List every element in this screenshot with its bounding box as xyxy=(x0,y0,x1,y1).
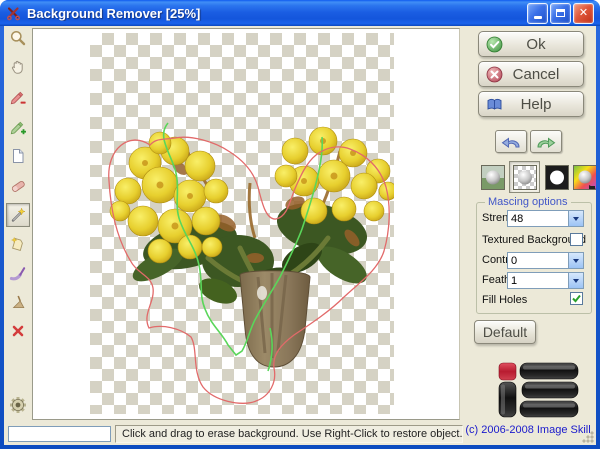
contract-combobox[interactable]: 0 xyxy=(507,252,584,269)
image-transparent-area[interactable] xyxy=(90,33,394,414)
hand-icon xyxy=(9,58,27,76)
redo-button[interactable] xyxy=(530,130,562,153)
strength-value: 48 xyxy=(508,211,568,226)
view-mode-original-button[interactable] xyxy=(481,165,505,190)
brush-icon xyxy=(9,264,27,282)
tool-settings[interactable] xyxy=(6,393,30,417)
resize-grip[interactable] xyxy=(581,430,594,443)
contract-value: 0 xyxy=(508,253,568,268)
fill-holes-checkbox[interactable] xyxy=(570,292,583,305)
show-original-icon xyxy=(482,166,504,189)
cancel-button-label: Cancel xyxy=(511,66,561,83)
window-title: Background Remover [25%] xyxy=(27,6,527,21)
vase-highlight xyxy=(257,286,267,300)
show-mask-icon xyxy=(546,166,568,189)
right-panel: Ok Cancel xyxy=(460,26,596,421)
help-button[interactable]: Help xyxy=(478,91,584,117)
close-button[interactable]: ✕ xyxy=(573,3,594,24)
image-skill-logo xyxy=(497,362,580,423)
textured-background-checkbox[interactable] xyxy=(570,233,583,246)
red-marker-icon xyxy=(9,88,27,106)
tool-eraser[interactable] xyxy=(6,174,30,198)
app-window: Background Remover [25%] ✕ xyxy=(0,0,600,449)
gear-icon xyxy=(8,395,28,415)
strength-combobox[interactable]: 48 xyxy=(507,210,584,227)
new-document-icon xyxy=(9,147,27,165)
status-input[interactable] xyxy=(8,426,111,442)
help-book-icon xyxy=(486,96,503,113)
eraser-icon xyxy=(9,177,27,195)
view-mode-mask-button[interactable] xyxy=(545,165,569,190)
minimize-button[interactable] xyxy=(527,3,548,24)
checkmark-icon xyxy=(571,293,582,304)
green-marker-icon xyxy=(9,118,27,136)
tool-brush[interactable] xyxy=(6,261,30,285)
default-button-label: Default xyxy=(483,324,527,340)
tool-magic-extract[interactable] xyxy=(6,232,30,256)
tool-broom[interactable] xyxy=(6,290,30,314)
show-on-color-icon xyxy=(574,166,596,189)
magic-extract-icon xyxy=(9,235,27,253)
ok-button-label: Ok xyxy=(511,36,561,53)
feathering-combobox[interactable]: 1 xyxy=(507,272,584,289)
tool-green-marker[interactable] xyxy=(6,115,30,139)
ok-check-icon xyxy=(486,36,503,53)
delete-cross-icon xyxy=(9,322,27,340)
fill-holes-label: Fill Holes xyxy=(482,294,527,306)
tool-zoom[interactable] xyxy=(6,26,30,50)
flower-image xyxy=(90,33,394,414)
masking-options-title: Mascing options xyxy=(485,196,571,208)
default-button[interactable]: Default xyxy=(474,320,536,344)
broom-icon xyxy=(9,293,27,311)
view-mode-transparent-button[interactable] xyxy=(509,161,540,193)
cancel-x-icon xyxy=(486,66,503,83)
strength-dropdown-arrow-icon[interactable] xyxy=(568,211,583,226)
status-message: Click and drag to erase background. Use … xyxy=(115,425,463,443)
canvas[interactable] xyxy=(32,28,460,420)
tool-pan[interactable] xyxy=(6,55,30,79)
ok-button[interactable]: Ok xyxy=(478,31,584,57)
undo-arrow-icon xyxy=(500,134,522,149)
tool-magic-wand[interactable] xyxy=(6,203,30,227)
tool-delete-markers[interactable] xyxy=(6,319,30,343)
masking-options-group: Mascing options Strength 48 Textured Bac… xyxy=(476,202,592,314)
zoom-icon xyxy=(9,29,27,47)
feathering-dropdown-arrow-icon[interactable] xyxy=(568,273,583,288)
redo-arrow-icon xyxy=(535,134,557,149)
client-area: Ok Cancel xyxy=(4,26,596,445)
titlebar: Background Remover [25%] ✕ xyxy=(0,0,600,26)
status-bar: Click and drag to erase background. Use … xyxy=(4,421,596,445)
cancel-button[interactable]: Cancel xyxy=(478,61,584,87)
view-mode-color-button[interactable] xyxy=(573,165,596,190)
undo-button[interactable] xyxy=(495,130,527,153)
show-transparent-icon xyxy=(513,165,537,190)
feathering-value: 1 xyxy=(508,273,568,288)
maximize-button[interactable] xyxy=(550,3,571,24)
help-button-label: Help xyxy=(511,96,561,113)
tool-new-document[interactable] xyxy=(6,144,30,168)
toolbar xyxy=(4,26,32,445)
magic-wand-icon xyxy=(9,206,27,224)
app-scissors-icon xyxy=(6,5,22,21)
contract-dropdown-arrow-icon[interactable] xyxy=(568,253,583,268)
tool-red-marker[interactable] xyxy=(6,85,30,109)
